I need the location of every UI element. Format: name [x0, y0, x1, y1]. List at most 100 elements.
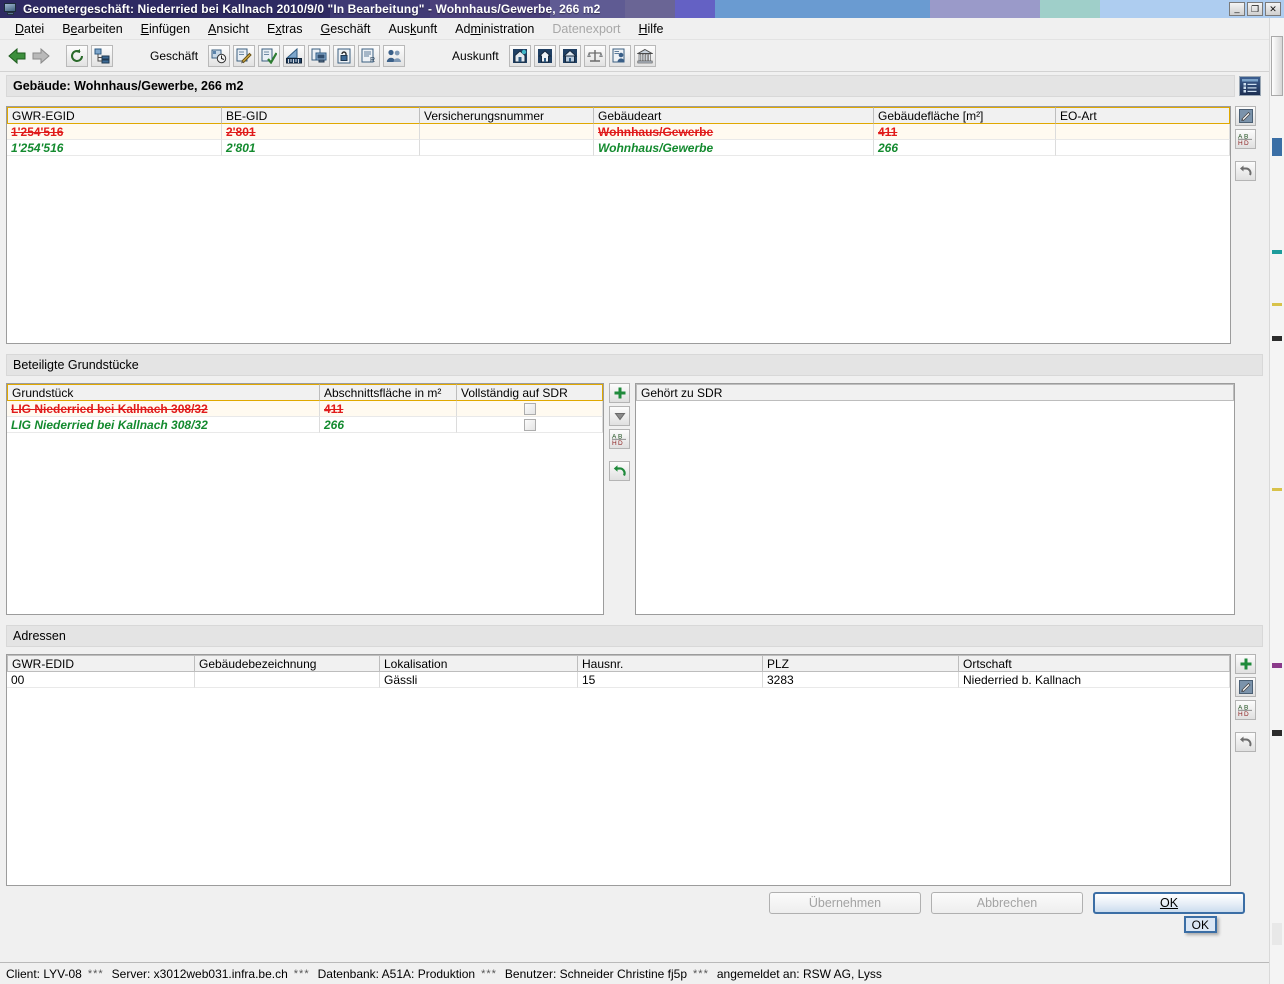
col-lokalisation[interactable]: Lokalisation — [380, 655, 578, 672]
menu-extras[interactable]: Extras — [258, 20, 311, 38]
parcels-section-title: Beteiligte Grundstücke — [6, 354, 1263, 376]
auskunft-bank-icon[interactable] — [633, 44, 656, 67]
col-abschnittsflaeche[interactable]: Abschnittsfläche in m² — [320, 384, 457, 401]
undo-icon[interactable] — [1235, 161, 1256, 181]
scrollbar-marker — [1272, 303, 1282, 306]
add-icon[interactable] — [1235, 654, 1256, 674]
col-plz[interactable]: PLZ — [763, 655, 959, 672]
restore-button[interactable]: ❐ — [1247, 2, 1263, 16]
refresh-icon[interactable] — [66, 44, 88, 67]
svg-text:H: H — [612, 440, 617, 446]
geschaeft-check-icon[interactable] — [258, 44, 281, 67]
geschaeft-edit-icon[interactable] — [233, 44, 256, 67]
cell-be-gid: 2'801 — [222, 140, 420, 156]
sdr-checkbox[interactable] — [523, 418, 536, 431]
table-row[interactable]: 1'254'516 2'801 Wohnhaus/Gewerbe 411 — [7, 124, 1230, 140]
cell-gebaeudeflaeche: 266 — [874, 140, 1056, 156]
geschaeft-document-icon[interactable]: R — [358, 44, 381, 67]
col-gwr-egid[interactable]: GWR-EGID — [7, 107, 222, 124]
cell-plz: 3283 — [763, 672, 959, 688]
menu-datei[interactable]: DDateiatei — [6, 20, 53, 38]
abbrechen-button: Abbrechen — [931, 892, 1083, 914]
col-be-gid[interactable]: BE-GID — [222, 107, 420, 124]
table-row[interactable]: LIG Niederried bei Kallnach 308/32 266 — [7, 417, 603, 433]
col-ortschaft[interactable]: Ortschaft — [959, 655, 1230, 672]
geschaeft-monitor-icon[interactable] — [308, 44, 331, 67]
history-compare-icon[interactable]: A B H D — [609, 429, 630, 449]
detail-list-icon[interactable] — [1239, 76, 1261, 96]
scrollbar-marker — [1272, 250, 1282, 254]
minimize-button[interactable]: _ — [1229, 2, 1245, 16]
menubar: DDateiatei Bearbeiten Einfügen Ansicht E… — [0, 18, 1284, 40]
cell-eo-art — [1056, 140, 1230, 156]
main-toolbar: Geschäft R Auskunft — [0, 40, 1284, 72]
cell-gwr-edid: 00 — [7, 672, 195, 688]
status-separator: *** — [481, 967, 497, 980]
auskunft-balance-icon[interactable] — [583, 44, 606, 67]
auskunft-building-info-icon[interactable] — [508, 44, 531, 67]
table-row[interactable]: LIG Niederried bei Kallnach 308/32 411 — [7, 401, 603, 417]
tree-structure-icon[interactable] — [91, 44, 113, 67]
close-button[interactable]: ✕ — [1265, 2, 1281, 16]
forward-arrow-icon[interactable] — [30, 45, 52, 67]
cell-versicherungsnummer — [420, 140, 594, 156]
cell-versicherungsnummer — [420, 124, 594, 140]
col-gebaeudeflaeche[interactable]: Gebäudefläche [m²] — [874, 107, 1056, 124]
move-down-icon[interactable] — [609, 406, 630, 426]
geschaeft-lock-icon[interactable] — [333, 44, 356, 67]
window-controls: _ ❐ ✕ — [1229, 2, 1281, 16]
sdr-checkbox[interactable] — [523, 402, 536, 415]
col-versicherungsnummer[interactable]: Versicherungsnummer — [420, 107, 594, 124]
col-gebaeudeart[interactable]: Gebäudeart — [594, 107, 874, 124]
auskunft-house-icon[interactable] — [533, 44, 556, 67]
scrollbar-thumb[interactable] — [1271, 36, 1283, 96]
cell-lokalisation: Gässli — [380, 672, 578, 688]
col-gebaeudebezeichnung[interactable]: Gebäudebezeichnung — [195, 655, 380, 672]
undo-icon[interactable] — [609, 461, 630, 481]
col-gehoert-zu-sdr[interactable]: Gehört zu SDR — [636, 384, 1234, 401]
menu-einfuegen[interactable]: Einfügen — [132, 20, 199, 38]
addresses-grid[interactable]: GWR-EDID Gebäudebezeichnung Lokalisation… — [6, 654, 1231, 886]
toolbar-group-auskunft-label: Auskunft — [452, 48, 499, 63]
back-arrow-icon[interactable] — [6, 45, 28, 67]
menu-bearbeiten[interactable]: Bearbeiten — [53, 20, 131, 38]
menu-geschaeft[interactable]: Geschäft — [311, 20, 379, 38]
cell-be-gid: 2'801 — [222, 124, 420, 140]
history-compare-icon[interactable]: A B H D — [1235, 700, 1256, 720]
auskunft-house-alt-icon[interactable] — [558, 44, 581, 67]
undo-icon[interactable] — [1235, 732, 1256, 752]
auskunft-person-doc-icon[interactable] — [608, 44, 631, 67]
col-hausnr[interactable]: Hausnr. — [578, 655, 763, 672]
geschaeft-history-icon[interactable] — [208, 44, 231, 67]
ok-button[interactable]: OK — [1093, 892, 1245, 914]
geschaeft-measure-icon[interactable] — [283, 44, 306, 67]
menu-administration[interactable]: Administration — [446, 20, 543, 38]
window-scrollbar[interactable] — [1269, 18, 1284, 984]
col-gwr-edid[interactable]: GWR-EDID — [7, 655, 195, 672]
menu-auskunft[interactable]: Auskunft — [380, 20, 447, 38]
menu-hilfe[interactable]: Hilfe — [630, 20, 673, 38]
sdr-panel[interactable]: Gehört zu SDR — [635, 383, 1235, 615]
edit-icon[interactable] — [1235, 106, 1256, 126]
status-separator: *** — [693, 967, 709, 980]
parcels-grid[interactable]: Grundstück Abschnittsfläche in m² Vollst… — [6, 383, 604, 615]
main-content: Gebäude: Wohnhaus/Gewerbe, 266 m2 GWR-EG… — [0, 72, 1284, 962]
building-grid[interactable]: GWR-EGID BE-GID Versicherungsnummer Gebä… — [6, 106, 1231, 344]
table-row[interactable]: 1'254'516 2'801 Wohnhaus/Gewerbe 266 — [7, 140, 1230, 156]
add-icon[interactable] — [609, 383, 630, 403]
history-compare-icon[interactable]: A B H D — [1235, 129, 1256, 149]
table-row[interactable]: 00 Gässli 15 3283 Niederried b. Kallnach — [7, 672, 1230, 688]
cell-vollstaendig-auf-sdr — [457, 401, 603, 417]
col-grundstueck[interactable]: Grundstück — [7, 384, 320, 401]
scrollbar-marker — [1272, 488, 1282, 491]
col-vollstaendig-auf-sdr[interactable]: Vollständig auf SDR — [457, 384, 603, 401]
menu-ansicht[interactable]: Ansicht — [199, 20, 258, 38]
window-titlebar: Geometergeschäft: Niederried bei Kallnac… — [0, 0, 1284, 18]
grid-empty-space — [7, 156, 1230, 343]
cell-abschnittsflaeche: 411 — [320, 401, 457, 417]
cell-grundstueck: LIG Niederried bei Kallnach 308/32 — [7, 401, 320, 417]
parcels-side-buttons: A B H D — [604, 383, 635, 615]
col-eo-art[interactable]: EO-Art — [1056, 107, 1230, 124]
geschaeft-persons-icon[interactable] — [383, 44, 406, 67]
edit-icon[interactable] — [1235, 677, 1256, 697]
